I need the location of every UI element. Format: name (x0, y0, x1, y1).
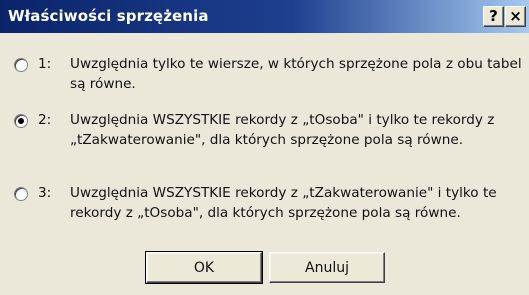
join-properties-dialog: Właściwości sprzężenia ? × 1: Uwzględnia… (0, 0, 529, 295)
option-number: 1: (38, 56, 52, 72)
close-button[interactable]: × (505, 6, 526, 27)
radio-selected-dot (18, 118, 24, 124)
radio-option-2[interactable] (14, 114, 28, 128)
option-number: 2: (38, 112, 52, 128)
ok-button[interactable]: OK (145, 251, 263, 284)
close-icon: × (509, 7, 522, 25)
radio-option-3[interactable] (14, 187, 28, 201)
radio-option-1[interactable] (14, 58, 28, 72)
cancel-button[interactable]: Anuluj (269, 252, 385, 283)
option-number: 3: (38, 185, 52, 201)
help-button[interactable]: ? (483, 6, 504, 27)
option-description: Uwzględnia tylko te wiersze, w których s… (70, 56, 522, 92)
title-bar: Właściwości sprzężenia ? × (0, 0, 529, 33)
help-icon: ? (489, 7, 498, 25)
option-description: Uwzględnia WSZYSTKIE rekordy z „tZakwate… (70, 185, 497, 221)
dialog-title: Właściwości sprzężenia (8, 7, 209, 25)
option-description: Uwzględnia WSZYSTKIE rekordy z „tOsoba" … (70, 112, 495, 148)
